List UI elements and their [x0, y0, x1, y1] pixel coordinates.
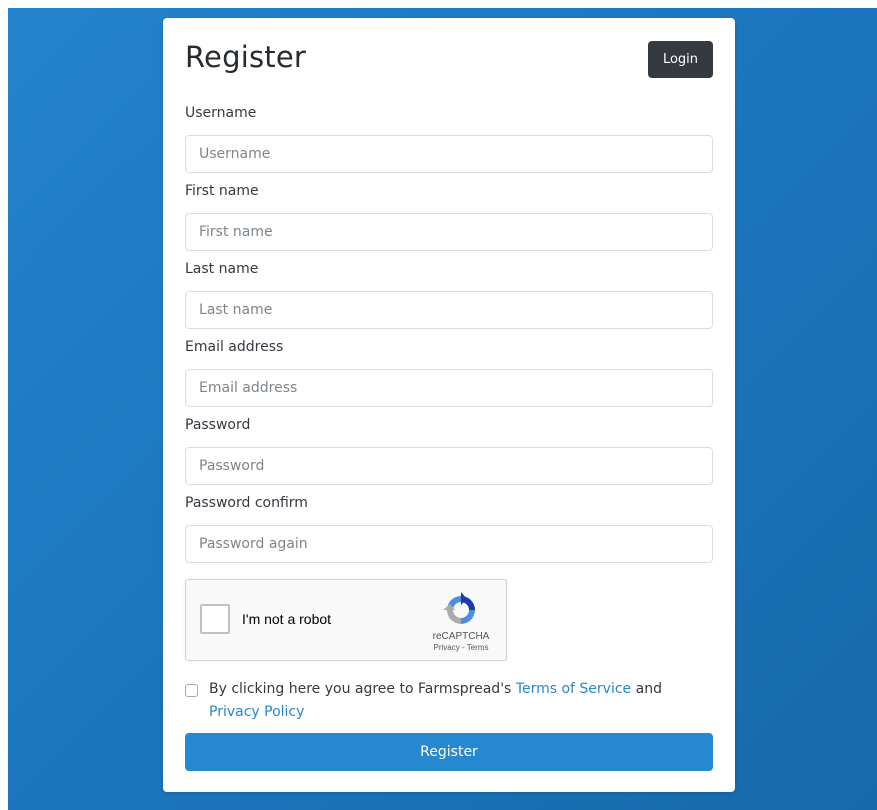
email-input[interactable]: [185, 369, 713, 407]
terms-checkbox[interactable]: [185, 684, 198, 697]
terms-middle: and: [631, 681, 662, 697]
recaptcha-separator: -: [459, 643, 467, 652]
recaptcha-brand: reCAPTCHA: [432, 631, 490, 642]
privacy-policy-link[interactable]: Privacy Policy: [209, 704, 304, 720]
first-name-input[interactable]: [185, 213, 713, 251]
password-input[interactable]: [185, 447, 713, 485]
last-name-input[interactable]: [185, 291, 713, 329]
recaptcha-widget: I'm not a robot reCAPTCHA Privacy - Term…: [185, 579, 507, 661]
password-confirm-input[interactable]: [185, 525, 713, 563]
recaptcha-logo-icon: [443, 592, 475, 624]
recaptcha-label: I'm not a robot: [242, 611, 332, 627]
recaptcha-checkbox[interactable]: [200, 604, 230, 634]
register-card: Register Login Username First name Last …: [163, 18, 735, 792]
terms-of-service-link[interactable]: Terms of Service: [516, 681, 631, 697]
login-button[interactable]: Login: [648, 41, 713, 78]
terms-prefix: By clicking here you agree to Farmspread…: [209, 681, 516, 697]
recaptcha-terms-link[interactable]: Terms: [467, 643, 489, 652]
first-name-label: First name: [185, 183, 259, 199]
recaptcha-privacy-link[interactable]: Privacy: [434, 643, 460, 652]
username-input[interactable]: [185, 135, 713, 173]
email-label: Email address: [185, 339, 284, 355]
last-name-label: Last name: [185, 261, 259, 277]
recaptcha-links: Privacy - Terms: [416, 643, 506, 652]
username-label: Username: [185, 105, 257, 121]
page-title: Register: [185, 40, 306, 74]
password-confirm-label: Password confirm: [185, 495, 308, 511]
terms-text: By clicking here you agree to Farmspread…: [209, 678, 715, 724]
register-button[interactable]: Register: [185, 733, 713, 771]
password-label: Password: [185, 417, 251, 433]
